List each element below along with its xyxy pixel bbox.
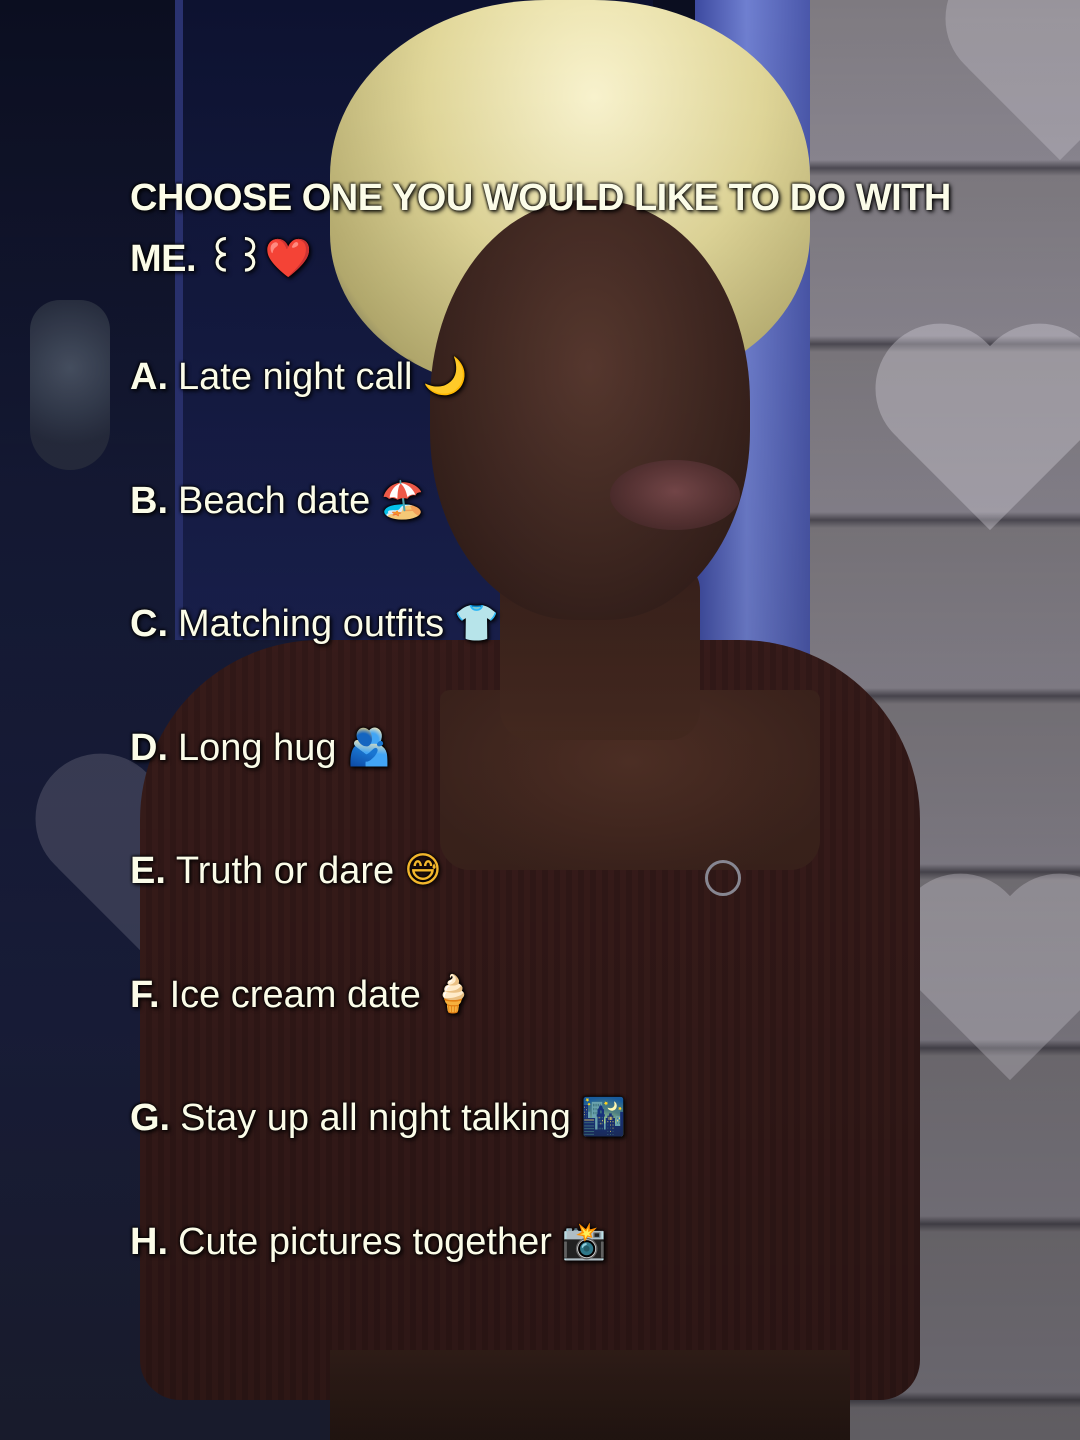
beach-umbrella-icon: 🏖️	[380, 479, 426, 521]
option-text: Truth or dare	[175, 850, 395, 892]
photo-post: CHOOSE ONE YOU WOULD LIKE TO DO WITH ME.…	[0, 0, 1080, 1440]
option-text: Cute pictures together	[178, 1220, 552, 1263]
option-letter: G.	[130, 1097, 171, 1139]
option-letter: C.	[130, 603, 168, 645]
option-text: Late night call	[178, 356, 413, 398]
option-letter: H.	[130, 1220, 168, 1263]
ice-cream-icon: 🍦	[430, 973, 476, 1015]
option-item: D. Long hug 🫂	[130, 725, 990, 849]
camera-flash-icon: 📸	[561, 1220, 607, 1262]
option-item: H. Cute pictures together 📸	[130, 1219, 990, 1343]
option-item: B. Beach date 🏖️	[130, 478, 990, 602]
option-text: Long hug	[178, 726, 337, 769]
option-text: Stay up all night talking	[180, 1097, 571, 1139]
option-text: Matching outfits	[178, 603, 445, 645]
crescent-moon-icon: 🌙	[422, 356, 468, 397]
option-letter: F.	[130, 973, 160, 1016]
option-item: A. Late night call 🌙	[130, 354, 990, 478]
option-text: Beach date	[178, 479, 371, 522]
caption-overlay: CHOOSE ONE YOU WOULD LIKE TO DO WITH ME.…	[130, 168, 990, 1342]
option-letter: D.	[130, 726, 168, 769]
option-item: G. Stay up all night talking 🌃	[130, 1095, 990, 1219]
option-item: C. Matching outfits 👕	[130, 601, 990, 725]
option-text: Ice cream date	[169, 973, 421, 1016]
option-letter: A.	[130, 356, 168, 398]
grinning-sweat-face-icon: 😅	[404, 850, 442, 891]
option-letter: B.	[130, 479, 168, 522]
t-shirt-icon: 👕	[454, 603, 499, 644]
option-item: F. Ice cream date 🍦	[130, 972, 990, 1096]
people-hugging-icon: 🫂	[346, 726, 392, 768]
options-list: A. Late night call 🌙 B. Beach date 🏖️ C. Matchi…	[130, 354, 990, 1342]
post-title: CHOOSE ONE YOU WOULD LIKE TO DO WITH ME.…	[130, 177, 951, 280]
night-city-icon: 🌃	[580, 1097, 626, 1138]
option-item: E. Truth or dare 😅	[130, 848, 990, 972]
option-letter: E.	[130, 850, 166, 892]
